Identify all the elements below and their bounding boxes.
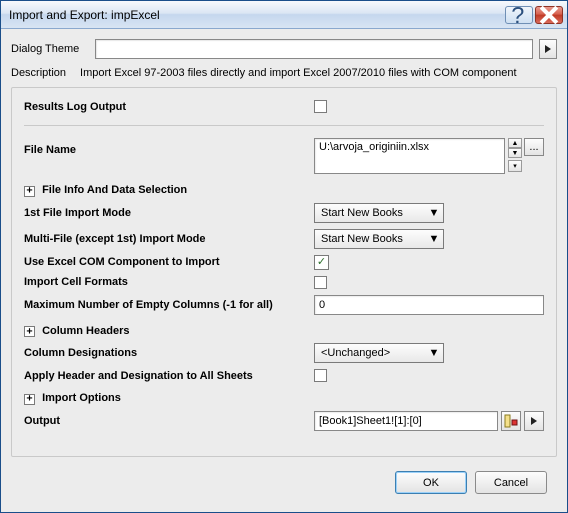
column-headers-expander[interactable]: + <box>24 326 35 337</box>
first-file-import-mode-value: Start New Books <box>321 207 421 219</box>
multi-file-import-mode-label: Multi-File (except 1st) Import Mode <box>24 233 314 245</box>
first-file-import-mode-select[interactable]: Start New Books ▼ <box>314 203 444 223</box>
dialog-theme-input[interactable] <box>95 39 533 59</box>
apply-header-all-checkbox[interactable] <box>314 369 327 382</box>
column-headers-row: + Column Headers <box>24 325 544 338</box>
output-input[interactable] <box>314 411 498 431</box>
description-row: Description Import Excel 97-2003 files d… <box>11 67 557 79</box>
chevron-down-icon: ▼ <box>427 230 441 248</box>
import-options-label: Import Options <box>42 392 121 404</box>
file-name-row: File Name U:\arvoja_originiin.xlsx ▲ ▼ .… <box>24 138 544 174</box>
description-text: Import Excel 97-2003 files directly and … <box>80 67 517 79</box>
max-empty-cols-row: Maximum Number of Empty Columns (-1 for … <box>24 295 544 315</box>
import-options-row: + Import Options <box>24 392 544 405</box>
window-title: Import and Export: impExcel <box>9 8 505 22</box>
output-menu-button[interactable] <box>524 411 544 431</box>
dialog-footer: OK Cancel <box>11 465 557 504</box>
chevron-down-icon: ▼ <box>427 204 441 222</box>
apply-header-all-row: Apply Header and Designation to All Shee… <box>24 369 544 382</box>
dialog-window: Import and Export: impExcel ? Dialog The… <box>0 0 568 513</box>
use-com-row: Use Excel COM Component to Import ✓ <box>24 255 544 270</box>
results-log-output-label: Results Log Output <box>24 101 314 113</box>
options-group: Results Log Output File Name U:\arvoja_o… <box>11 87 557 457</box>
file-name-spin-down[interactable]: ▼ <box>508 148 522 158</box>
file-name-label: File Name <box>24 138 314 156</box>
first-file-import-mode-label: 1st File Import Mode <box>24 207 314 219</box>
file-name-spin-up[interactable]: ▲ <box>508 138 522 148</box>
client-area: Dialog Theme Description Import Excel 97… <box>1 29 567 512</box>
import-cell-formats-label: Import Cell Formats <box>24 276 314 288</box>
dialog-theme-label: Dialog Theme <box>11 43 89 55</box>
output-row: Output <box>24 411 544 431</box>
import-cell-formats-checkbox[interactable] <box>314 276 327 289</box>
chevron-down-icon: ▼ <box>427 344 441 362</box>
multi-file-import-mode-row: Multi-File (except 1st) Import Mode Star… <box>24 229 544 249</box>
column-headers-label: Column Headers <box>42 325 129 337</box>
multi-file-import-mode-select[interactable]: Start New Books ▼ <box>314 229 444 249</box>
apply-header-all-label: Apply Header and Designation to All Shee… <box>24 370 314 382</box>
description-label: Description <box>11 67 66 79</box>
output-label: Output <box>24 415 314 427</box>
results-log-output-checkbox[interactable] <box>314 100 327 113</box>
import-options-expander[interactable]: + <box>24 394 35 405</box>
ok-button[interactable]: OK <box>395 471 467 494</box>
column-designations-value: <Unchanged> <box>321 347 421 359</box>
import-cell-formats-row: Import Cell Formats <box>24 276 544 289</box>
use-com-label: Use Excel COM Component to Import <box>24 256 314 268</box>
first-file-import-mode-row: 1st File Import Mode Start New Books ▼ <box>24 203 544 223</box>
file-name-browse-button[interactable]: ... <box>524 138 544 156</box>
titlebar-buttons: ? <box>505 6 563 24</box>
divider <box>24 125 544 126</box>
help-button[interactable]: ? <box>505 6 533 24</box>
dialog-theme-menu-button[interactable] <box>539 39 557 59</box>
file-name-dropdown-icon[interactable]: ▾ <box>508 160 522 172</box>
file-info-expander[interactable]: + <box>24 186 35 197</box>
file-info-selection-label: File Info And Data Selection <box>42 184 187 196</box>
file-info-selection-row: + File Info And Data Selection <box>24 184 544 197</box>
column-designations-row: Column Designations <Unchanged> ▼ <box>24 343 544 363</box>
results-log-output-row: Results Log Output <box>24 100 544 113</box>
svg-text:?: ? <box>511 2 524 28</box>
dialog-theme-row: Dialog Theme <box>11 39 557 59</box>
multi-file-import-mode-value: Start New Books <box>321 233 421 245</box>
file-name-input[interactable]: U:\arvoja_originiin.xlsx <box>314 138 505 174</box>
close-button[interactable] <box>535 6 563 24</box>
column-designations-select[interactable]: <Unchanged> ▼ <box>314 343 444 363</box>
output-picker-button[interactable] <box>501 411 521 431</box>
use-com-checkbox[interactable]: ✓ <box>314 255 329 270</box>
column-designations-label: Column Designations <box>24 347 314 359</box>
max-empty-cols-label: Maximum Number of Empty Columns (-1 for … <box>24 299 314 311</box>
cancel-button[interactable]: Cancel <box>475 471 547 494</box>
max-empty-cols-input[interactable] <box>314 295 544 315</box>
titlebar: Import and Export: impExcel ? <box>1 1 567 29</box>
